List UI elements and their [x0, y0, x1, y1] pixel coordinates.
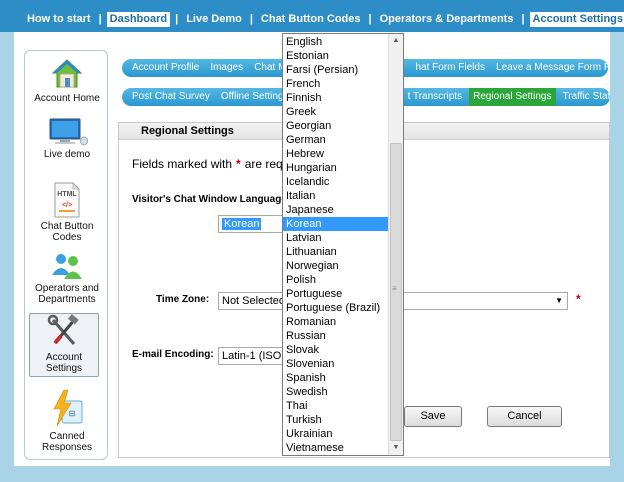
- svg-text:</>: </>: [62, 202, 72, 209]
- required-note-suffix: are req: [244, 157, 283, 171]
- nav-separator: |: [98, 13, 102, 25]
- nav-operators-departments[interactable]: Operators & Departments: [377, 12, 517, 27]
- nav-separator: |: [249, 13, 253, 25]
- dropdown-option[interactable]: Estonian: [283, 49, 389, 63]
- tools-icon: [47, 314, 79, 345]
- dropdown-option[interactable]: Japanese: [283, 203, 389, 217]
- house-icon: [51, 59, 83, 88]
- nav-separator: |: [368, 13, 372, 25]
- html-code-icon: HTML </>: [54, 182, 80, 218]
- timezone-label: Time Zone:: [156, 294, 210, 305]
- encoding-select-value: Latin-1 (ISO: [222, 350, 282, 362]
- dropdown-option[interactable]: Polish: [283, 273, 389, 287]
- sidebar-item-chat-button-codes[interactable]: HTML </> Chat Button Codes: [25, 181, 109, 243]
- dropdown-option[interactable]: Hungarian: [283, 161, 389, 175]
- dropdown-option[interactable]: German: [283, 133, 389, 147]
- dropdown-option[interactable]: Swedish: [283, 385, 389, 399]
- sidebar-item-label: Chat Button Codes: [40, 221, 94, 243]
- dropdown-option[interactable]: Georgian: [283, 119, 389, 133]
- tab-account-profile[interactable]: Account Profile: [128, 59, 203, 77]
- dropdown-scrollbar[interactable]: ▲ ≡ ▼: [388, 34, 403, 455]
- dropdown-option[interactable]: Thai: [283, 399, 389, 413]
- svg-text:⊟: ⊟: [69, 409, 76, 418]
- top-nav: How to start | Dashboard | Live Demo | Chat Bu…: [0, 0, 624, 32]
- scroll-down-icon[interactable]: ▼: [389, 441, 403, 455]
- tab-chat-form-fields[interactable]: hat Form Fields: [411, 59, 488, 77]
- dropdown-option[interactable]: Korean: [283, 217, 389, 231]
- sidebar-item-account-settings[interactable]: Account Settings: [29, 313, 99, 377]
- dropdown-option[interactable]: Lithuanian: [283, 245, 389, 259]
- dropdown-option[interactable]: Ukrainian: [283, 427, 389, 441]
- dropdown-option[interactable]: Icelandic: [283, 175, 389, 189]
- required-note-prefix: Fields marked with: [132, 157, 233, 171]
- nav-account-settings[interactable]: Account Settings: [529, 12, 624, 27]
- sidebar-item-live-demo[interactable]: Live demo: [25, 117, 109, 160]
- dropdown-option[interactable]: English: [283, 35, 389, 49]
- sidebar: Account Home Live demo HTML </> Chat But…: [24, 50, 108, 460]
- dropdown-option[interactable]: Finnish: [283, 91, 389, 105]
- encoding-select[interactable]: Latin-1 (ISO: [218, 347, 288, 365]
- cancel-button[interactable]: Cancel: [487, 406, 562, 427]
- save-button[interactable]: Save: [404, 406, 462, 427]
- dropdown-option[interactable]: Hebrew: [283, 147, 389, 161]
- language-select-value: Korean: [222, 218, 262, 230]
- dropdown-option[interactable]: Portuguese (Brazil): [283, 301, 389, 315]
- encoding-label: E-mail Encoding:: [132, 349, 214, 360]
- scroll-up-icon[interactable]: ▲: [389, 34, 403, 48]
- nav-chat-button-codes[interactable]: Chat Button Codes: [258, 12, 364, 27]
- language-select[interactable]: Korean: [218, 215, 288, 233]
- dropdown-option[interactable]: Turkish: [283, 413, 389, 427]
- nav-separator: |: [175, 13, 179, 25]
- dropdown-option[interactable]: Latvian: [283, 231, 389, 245]
- svg-text:HTML: HTML: [57, 191, 77, 198]
- sidebar-item-label: Account Home: [34, 93, 100, 104]
- sidebar-item-canned-responses[interactable]: ⊟ Canned Responses: [25, 389, 109, 453]
- operators-icon: [52, 254, 82, 279]
- tab-regional-settings[interactable]: Regional Settings: [469, 88, 556, 106]
- tab-chat-transcripts[interactable]: t Transcripts: [404, 88, 466, 106]
- dropdown-option[interactable]: Russian: [283, 329, 389, 343]
- dropdown-option[interactable]: Norwegian: [283, 259, 389, 273]
- tab-images[interactable]: Images: [206, 59, 247, 77]
- sidebar-item-label: Canned Responses: [41, 431, 93, 453]
- dropdown-option[interactable]: Portuguese: [283, 287, 389, 301]
- tab-post-chat-survey[interactable]: Post Chat Survey: [128, 88, 214, 106]
- sidebar-item-label: Live demo: [43, 149, 91, 160]
- dropdown-option[interactable]: Spanish: [283, 371, 389, 385]
- dropdown-option[interactable]: Italian: [283, 189, 389, 203]
- nav-separator: |: [521, 13, 525, 25]
- nav-live-demo[interactable]: Live Demo: [183, 12, 245, 27]
- language-dropdown-list[interactable]: English Estonian Farsi (Persian) French Finn…: [282, 33, 404, 456]
- chevron-down-icon: ▼: [555, 296, 563, 305]
- dropdown-option[interactable]: Greek: [283, 105, 389, 119]
- dropdown-option[interactable]: Romanian: [283, 315, 389, 329]
- sidebar-item-label: Account Settings: [45, 352, 83, 374]
- tab-leave-message-form-fields[interactable]: Leave a Message Form Fields: [492, 59, 608, 77]
- monitor-icon: [49, 118, 88, 146]
- dropdown-option[interactable]: Farsi (Persian): [283, 63, 389, 77]
- dropdown-option[interactable]: French: [283, 77, 389, 91]
- tab-traffic-statistics[interactable]: Traffic Stati: [559, 88, 610, 106]
- lightning-icon: ⊟: [53, 389, 83, 427]
- nav-dashboard[interactable]: Dashboard: [106, 12, 171, 27]
- language-label: Visitor's Chat Window Language: [132, 194, 287, 205]
- scrollbar-grip-icon: ≡: [392, 284, 397, 293]
- sidebar-item-account-home[interactable]: Account Home: [25, 57, 109, 104]
- sidebar-item-operators[interactable]: Operators and Departments: [25, 251, 109, 305]
- required-note: Fields marked with * are req: [132, 157, 283, 171]
- sidebar-item-label: Operators and Departments: [35, 283, 99, 305]
- dropdown-option[interactable]: Slovak: [283, 343, 389, 357]
- required-star: *: [236, 157, 241, 171]
- required-star: *: [576, 292, 581, 306]
- dropdown-option[interactable]: Vietnamese: [283, 441, 389, 455]
- nav-how-to-start[interactable]: How to start: [24, 12, 94, 27]
- dropdown-option[interactable]: Slovenian: [283, 357, 389, 371]
- timezone-select-value: Not Selected: [222, 295, 285, 307]
